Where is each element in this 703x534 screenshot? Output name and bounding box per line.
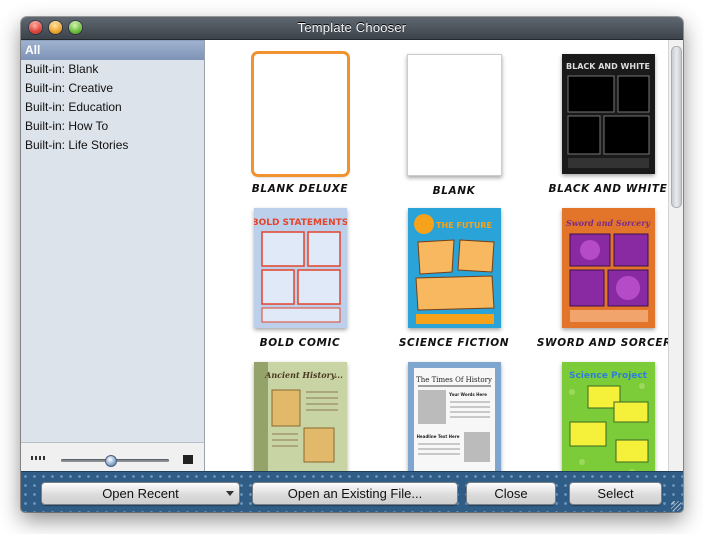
template-cell[interactable]: BOLD STATEMENTS BOLD COMIC xyxy=(225,208,375,349)
template-thumbnail-blank[interactable] xyxy=(406,54,502,176)
small-thumbnails-icon[interactable] xyxy=(31,456,45,460)
template-caption: BLANK DELUXE xyxy=(251,183,349,195)
template-thumbnail-sword-and-sorcery[interactable]: Sword and Sorcery xyxy=(561,208,655,328)
template-cell[interactable]: BLACK AND WHITE BLACK AND WHITE xyxy=(533,54,683,195)
open-existing-file-button[interactable]: Open an Existing File... xyxy=(252,482,458,505)
close-button[interactable]: Close xyxy=(466,482,556,505)
times-sub1-text: Your Words Here xyxy=(448,392,487,397)
sidebar-item-all[interactable]: All xyxy=(21,40,204,60)
template-chooser-window: Template Chooser All Built-in: Blank Bui… xyxy=(21,17,683,512)
sidebar-item-life-stories[interactable]: Built-in: Life Stories xyxy=(21,136,204,155)
bold-comic-header-text: BOLD STATEMENTS xyxy=(254,218,347,228)
template-grid: BLANK DELUXE BLANK BLACK AND WHITE BLACK… xyxy=(205,40,683,471)
close-label: Close xyxy=(494,486,528,501)
sci-fi-header-text: THE FUTURE xyxy=(436,221,492,230)
thumbnail-size-controls xyxy=(21,442,205,472)
vertical-scrollbar[interactable] xyxy=(668,40,683,471)
thumbnail-size-slider[interactable] xyxy=(61,455,169,467)
sidebar-item-creative[interactable]: Built-in: Creative xyxy=(21,79,204,98)
template-caption: BLANK xyxy=(432,185,476,197)
template-thumbnail-science-project[interactable]: Science Project xyxy=(561,362,655,471)
template-caption: SCIENCE FICTION xyxy=(398,337,510,349)
dropdown-arrow-icon[interactable] xyxy=(226,491,234,496)
template-cell[interactable]: Sword and Sorcery SWORD AND SORCERY xyxy=(533,208,683,349)
window-title: Template Chooser xyxy=(297,20,407,35)
category-sidebar: All Built-in: Blank Built-in: Creative B… xyxy=(21,40,205,442)
slider-knob[interactable] xyxy=(104,455,117,467)
template-thumbnail-blank-deluxe[interactable] xyxy=(253,54,347,174)
resize-grip-icon[interactable] xyxy=(671,501,681,511)
title-bar[interactable]: Template Chooser xyxy=(21,17,683,40)
template-thumbnail-times-of-history[interactable]: The Times Of History Your Words Here Hea… xyxy=(407,362,501,471)
science-project-header-text: Science Project xyxy=(568,371,647,381)
template-caption: SWORD AND SORCERY xyxy=(536,337,680,349)
bw-header-text: BLACK AND WHITE xyxy=(566,62,650,71)
template-cell[interactable]: Science Project xyxy=(533,362,683,471)
template-thumbnail-ancient-history[interactable]: Ancient History... xyxy=(253,362,347,471)
template-cell[interactable]: The Times Of History Your Words Here Hea… xyxy=(379,362,529,471)
template-thumbnail-black-and-white[interactable]: BLACK AND WHITE xyxy=(561,54,655,174)
open-recent-button[interactable]: Open Recent xyxy=(41,482,240,505)
scrollbar-thumb[interactable] xyxy=(671,46,682,208)
large-thumbnails-icon[interactable] xyxy=(183,455,193,464)
template-caption: BOLD COMIC xyxy=(259,337,341,349)
template-thumbnail-science-fiction[interactable]: THE FUTURE xyxy=(407,208,501,328)
sidebar-item-education[interactable]: Built-in: Education xyxy=(21,98,204,117)
times-header-text: The Times Of History xyxy=(416,376,492,384)
template-cell[interactable]: BLANK xyxy=(379,54,529,197)
sidebar-item-how-to[interactable]: Built-in: How To xyxy=(21,117,204,136)
template-cell[interactable]: THE FUTURE SCIENCE FICTION xyxy=(379,208,529,349)
template-cell[interactable]: Ancient History... xyxy=(225,362,375,471)
times-sub2-text: Headline Text Here xyxy=(416,434,459,439)
ancient-header-text: Ancient History... xyxy=(264,370,343,380)
sidebar-item-blank[interactable]: Built-in: Blank xyxy=(21,60,204,79)
button-bar: Open Recent Open an Existing File... Clo… xyxy=(21,471,683,512)
sorcery-header-text: Sword and Sorcery xyxy=(565,218,650,228)
select-button[interactable]: Select xyxy=(569,482,662,505)
template-thumbnail-bold-comic[interactable]: BOLD STATEMENTS xyxy=(251,208,348,328)
open-recent-label: Open Recent xyxy=(102,486,179,501)
template-cell[interactable]: BLANK DELUXE xyxy=(225,54,375,195)
template-caption: BLACK AND WHITE xyxy=(548,183,668,195)
select-label: Select xyxy=(597,486,634,501)
open-existing-label: Open an Existing File... xyxy=(287,486,423,501)
